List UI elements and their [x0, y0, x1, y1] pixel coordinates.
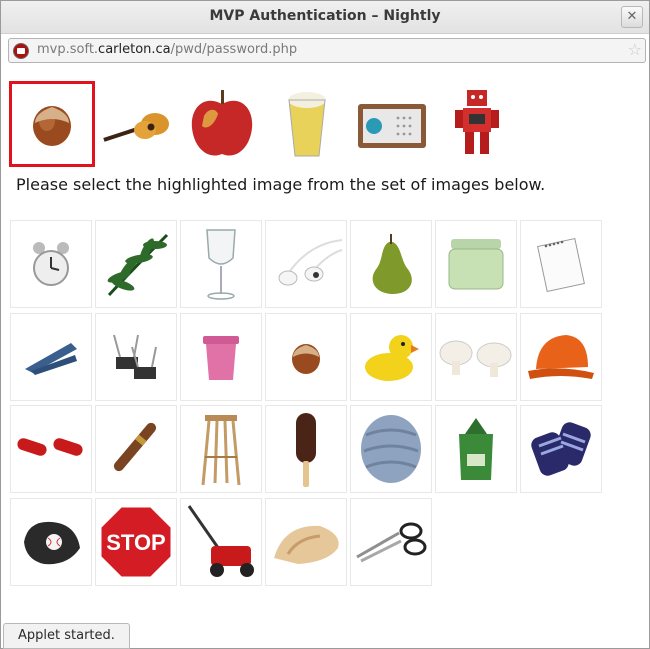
- clothespin-icon: [25, 343, 77, 375]
- sleeping-bag-icon: [361, 415, 421, 483]
- choice-seashell[interactable]: [265, 498, 347, 586]
- choice-clothespin[interactable]: [10, 313, 92, 401]
- fern-leaf-icon: [107, 233, 169, 297]
- close-button[interactable]: ✕: [621, 6, 643, 28]
- wine-glass-icon: [206, 229, 236, 300]
- guitar-icon: [103, 113, 169, 142]
- choice-cigar[interactable]: [95, 405, 177, 493]
- alarm-clock-icon: [33, 242, 69, 286]
- target-image-radio: [352, 84, 432, 164]
- target-image-hazelnut: [9, 81, 95, 167]
- choice-red-capsules[interactable]: [10, 405, 92, 493]
- gloves-icon: [531, 422, 591, 476]
- target-image-apple: [182, 84, 262, 164]
- target-image-beer-glass: [267, 84, 347, 164]
- target-image-robot: [437, 84, 517, 164]
- bookmark-star-icon[interactable]: ☆: [628, 40, 642, 59]
- stop-sign-icon: STOP: [98, 504, 174, 580]
- choice-hazelnut[interactable]: [265, 313, 347, 401]
- cigar-icon: [113, 422, 157, 472]
- pink-bin-icon: [203, 336, 239, 380]
- choice-fern-leaf[interactable]: [95, 220, 177, 308]
- browser-window: MVP Authentication – Nightly ✕ mvp.soft.…: [0, 0, 650, 649]
- choice-glass-jar[interactable]: [435, 220, 517, 308]
- choice-sleeping-bag[interactable]: [350, 405, 432, 493]
- status-bar-text: Applet started.: [3, 623, 130, 649]
- choice-alarm-clock[interactable]: [10, 220, 92, 308]
- choice-pink-bin[interactable]: [180, 313, 262, 401]
- baseball-glove-icon: [24, 521, 80, 565]
- window-title: MVP Authentication – Nightly: [209, 8, 441, 24]
- radio-icon: [358, 104, 426, 148]
- instruction-text: Please select the highlighted image from…: [16, 175, 546, 194]
- target-image-guitar: [97, 84, 177, 164]
- choice-hard-hat[interactable]: [520, 313, 602, 401]
- address-bar[interactable]: mvp.soft.carleton.ca/pwd/password.php ☆: [8, 38, 646, 63]
- tea-bag-icon: [459, 418, 493, 480]
- mushrooms-icon: [439, 340, 512, 377]
- choice-gloves[interactable]: [520, 405, 602, 493]
- choice-earbuds[interactable]: [265, 220, 347, 308]
- title-bar: MVP Authentication – Nightly ✕: [1, 1, 649, 34]
- notepad-icon: [537, 237, 585, 292]
- hazelnut-icon: [292, 344, 320, 374]
- lawn-mower-icon: [187, 505, 254, 577]
- earbuds-icon: [278, 239, 343, 286]
- choice-lawn-mower[interactable]: [180, 498, 262, 586]
- close-icon: ✕: [626, 9, 638, 24]
- choice-ice-cream-bar[interactable]: [265, 405, 347, 493]
- choice-pear[interactable]: [350, 220, 432, 308]
- choice-baseball-glove[interactable]: [10, 498, 92, 586]
- choice-stop-sign[interactable]: STOP: [95, 498, 177, 586]
- choice-rubber-duck[interactable]: [350, 313, 432, 401]
- beer-glass-icon: [288, 92, 326, 157]
- choice-wooden-stool[interactable]: [180, 405, 262, 493]
- red-capsules-icon: [17, 438, 83, 456]
- stop-sign-text: STOP: [106, 530, 166, 555]
- choice-tea-bag[interactable]: [435, 405, 517, 493]
- choice-scissors[interactable]: [350, 498, 432, 586]
- choice-binder-clips[interactable]: [95, 313, 177, 401]
- choice-mushrooms[interactable]: [435, 313, 517, 401]
- scissors-icon: [356, 522, 427, 563]
- hazelnut-icon: [33, 106, 71, 146]
- rubber-duck-icon: [365, 335, 419, 381]
- url-text[interactable]: mvp.soft.carleton.ca/pwd/password.php: [37, 42, 297, 57]
- apple-icon: [191, 90, 253, 156]
- seashell-icon: [274, 525, 339, 564]
- choice-notepad[interactable]: [520, 220, 602, 308]
- robot-icon: [455, 90, 499, 154]
- wooden-stool-icon: [201, 415, 241, 486]
- ice-cream-bar-icon: [296, 413, 316, 487]
- site-identity-icon[interactable]: [13, 43, 29, 59]
- glass-jar-icon: [448, 239, 504, 290]
- pear-icon: [372, 234, 412, 294]
- hard-hat-icon: [528, 335, 594, 379]
- binder-clips-icon: [113, 334, 157, 379]
- choice-wine-glass[interactable]: [180, 220, 262, 308]
